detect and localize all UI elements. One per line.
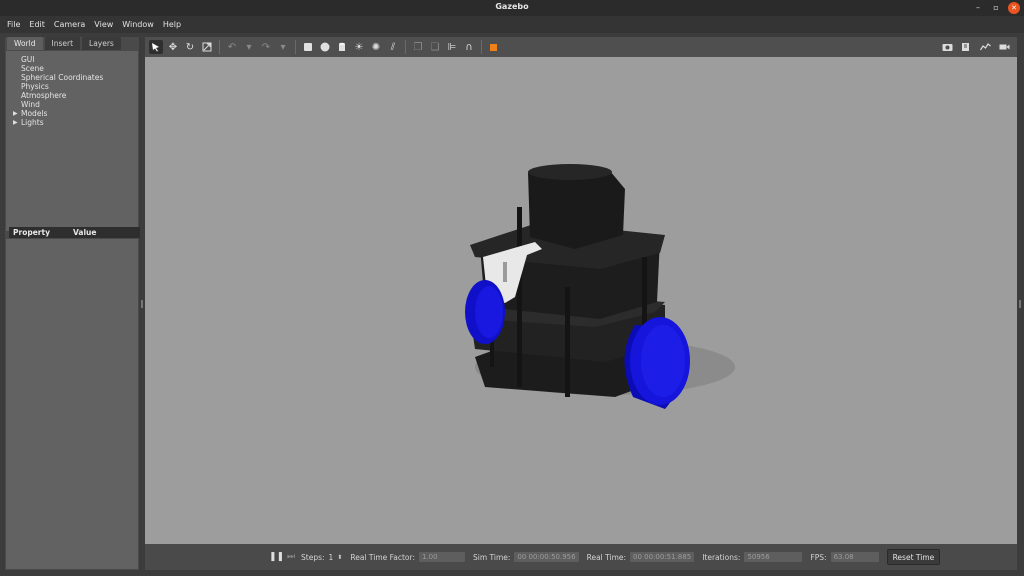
- tab-insert[interactable]: Insert: [44, 37, 81, 50]
- redo-history-icon[interactable]: ▾: [276, 40, 290, 54]
- paste-icon[interactable]: ❏: [428, 40, 442, 54]
- menu-window[interactable]: Window: [122, 20, 154, 29]
- tree-item-label: GUI: [21, 55, 35, 64]
- real-time-value: 00 00:00:51.885: [630, 552, 695, 562]
- property-table-header: Property Value: [9, 227, 140, 238]
- pause-icon[interactable]: ❚❚: [269, 551, 284, 563]
- tree-item-gui[interactable]: GUI: [6, 55, 138, 64]
- menu-edit[interactable]: Edit: [29, 20, 45, 29]
- undo-icon[interactable]: ↶: [225, 40, 239, 54]
- redo-icon[interactable]: ↷: [259, 40, 273, 54]
- rotate-icon[interactable]: ↻: [183, 40, 197, 54]
- value-column-header: Value: [73, 228, 97, 237]
- plot-icon[interactable]: [978, 40, 992, 54]
- scene-viewport[interactable]: [145, 57, 1017, 544]
- tree-item-label: Scene: [21, 64, 44, 73]
- real-time-factor-label: Real Time Factor:: [350, 552, 415, 562]
- window-controls: – ▫ ✕: [972, 2, 1020, 14]
- minimize-icon[interactable]: –: [972, 2, 984, 14]
- tree-item-label: Models: [21, 109, 48, 118]
- spot-light-icon[interactable]: ✺: [369, 40, 383, 54]
- real-time-label: Real Time:: [586, 552, 627, 562]
- close-icon[interactable]: ✕: [1008, 2, 1020, 14]
- change-view-icon[interactable]: [487, 40, 501, 54]
- step-icon[interactable]: ⏭: [285, 551, 297, 563]
- robot-model-render[interactable]: [145, 57, 1017, 544]
- tab-world[interactable]: World: [7, 37, 43, 50]
- screenshot-icon[interactable]: [940, 40, 954, 54]
- tree-item-label: Lights: [21, 118, 44, 127]
- toolbar-divider: [219, 40, 220, 54]
- align-icon[interactable]: ⊫: [445, 40, 459, 54]
- cylinder-shape-icon[interactable]: [335, 40, 349, 54]
- directional-light-icon[interactable]: ⫽: [386, 40, 400, 54]
- real-time-factor-value: 1.00: [418, 552, 465, 562]
- select-arrow-icon[interactable]: [149, 40, 163, 54]
- toolbar-divider: [295, 40, 296, 54]
- reset-time-button[interactable]: Reset Time: [886, 549, 941, 565]
- tab-layers[interactable]: Layers: [82, 37, 121, 50]
- menu-bar: File Edit Camera View Window Help: [0, 16, 1024, 33]
- steps-spinbox-arrows-icon[interactable]: ⬍: [337, 554, 342, 561]
- toolbar-right-group: [940, 40, 1011, 54]
- undo-history-icon[interactable]: ▾: [242, 40, 256, 54]
- sim-time-value: 00 00:00:50.956: [514, 552, 579, 562]
- log-icon[interactable]: [959, 40, 973, 54]
- iterations-label: Iterations:: [702, 552, 741, 562]
- property-column-header: Property: [13, 228, 50, 237]
- copy-icon[interactable]: ❐: [411, 40, 425, 54]
- tree-item-wind[interactable]: Wind: [6, 100, 138, 109]
- tree-item-scene[interactable]: Scene: [6, 64, 138, 73]
- maximize-icon[interactable]: ▫: [990, 2, 1002, 14]
- panel-splitter-handle[interactable]: [141, 300, 143, 308]
- steps-spinbox[interactable]: 1: [329, 553, 334, 562]
- property-table: [6, 239, 138, 569]
- menu-camera[interactable]: Camera: [54, 20, 85, 29]
- menu-help[interactable]: Help: [163, 20, 181, 29]
- tree-item-label: Atmosphere: [21, 91, 67, 100]
- left-panel: World Insert Layers GUI Scene Spherical …: [5, 37, 140, 570]
- window-title: Gazebo: [495, 2, 529, 11]
- expand-arrow-icon[interactable]: ▶: [13, 109, 18, 118]
- tree-item-physics[interactable]: Physics: [6, 82, 138, 91]
- iterations-value: 50956: [744, 552, 803, 562]
- translate-icon[interactable]: ✥: [166, 40, 180, 54]
- window-titlebar: Gazebo – ▫ ✕: [0, 0, 1024, 16]
- tree-item-label: Spherical Coordinates: [21, 73, 104, 82]
- main-toolbar: ✥ ↻ ↶ ▾ ↷ ▾ ☀ ✺ ⫽ ❐ ❏ ⊫ ∩: [145, 37, 1017, 57]
- expand-arrow-icon[interactable]: ▶: [13, 118, 18, 127]
- steps-label: Steps:: [301, 552, 325, 562]
- tree-item-spherical-coordinates[interactable]: Spherical Coordinates: [6, 73, 138, 82]
- video-record-icon[interactable]: [997, 40, 1011, 54]
- right-panel-splitter-handle[interactable]: [1019, 300, 1021, 308]
- box-shape-icon[interactable]: [301, 40, 315, 54]
- fps-label: FPS:: [810, 552, 827, 562]
- toolbar-divider: [405, 40, 406, 54]
- left-panel-tabs: World Insert Layers: [5, 37, 139, 50]
- tree-item-atmosphere[interactable]: Atmosphere: [6, 91, 138, 100]
- tree-item-models[interactable]: ▶ Models: [6, 109, 138, 118]
- point-light-icon[interactable]: ☀: [352, 40, 366, 54]
- toolbar-divider: [481, 40, 482, 54]
- sim-time-label: Sim Time:: [472, 552, 511, 562]
- tree-item-lights[interactable]: ▶ Lights: [6, 118, 138, 127]
- world-tree: GUI Scene Spherical Coordinates Physics …: [6, 51, 138, 231]
- scale-icon[interactable]: [200, 40, 214, 54]
- menu-file[interactable]: File: [7, 20, 20, 29]
- tree-item-label: Wind: [21, 100, 40, 109]
- simulation-status-bar: ❚❚ ⏭ Steps: 1 ⬍ Real Time Factor: 1.00 S…: [145, 544, 1017, 570]
- fps-value: 63.08: [830, 552, 879, 562]
- tree-item-label: Physics: [21, 82, 49, 91]
- sphere-shape-icon[interactable]: [318, 40, 332, 54]
- snap-icon[interactable]: ∩: [462, 40, 476, 54]
- menu-view[interactable]: View: [94, 20, 113, 29]
